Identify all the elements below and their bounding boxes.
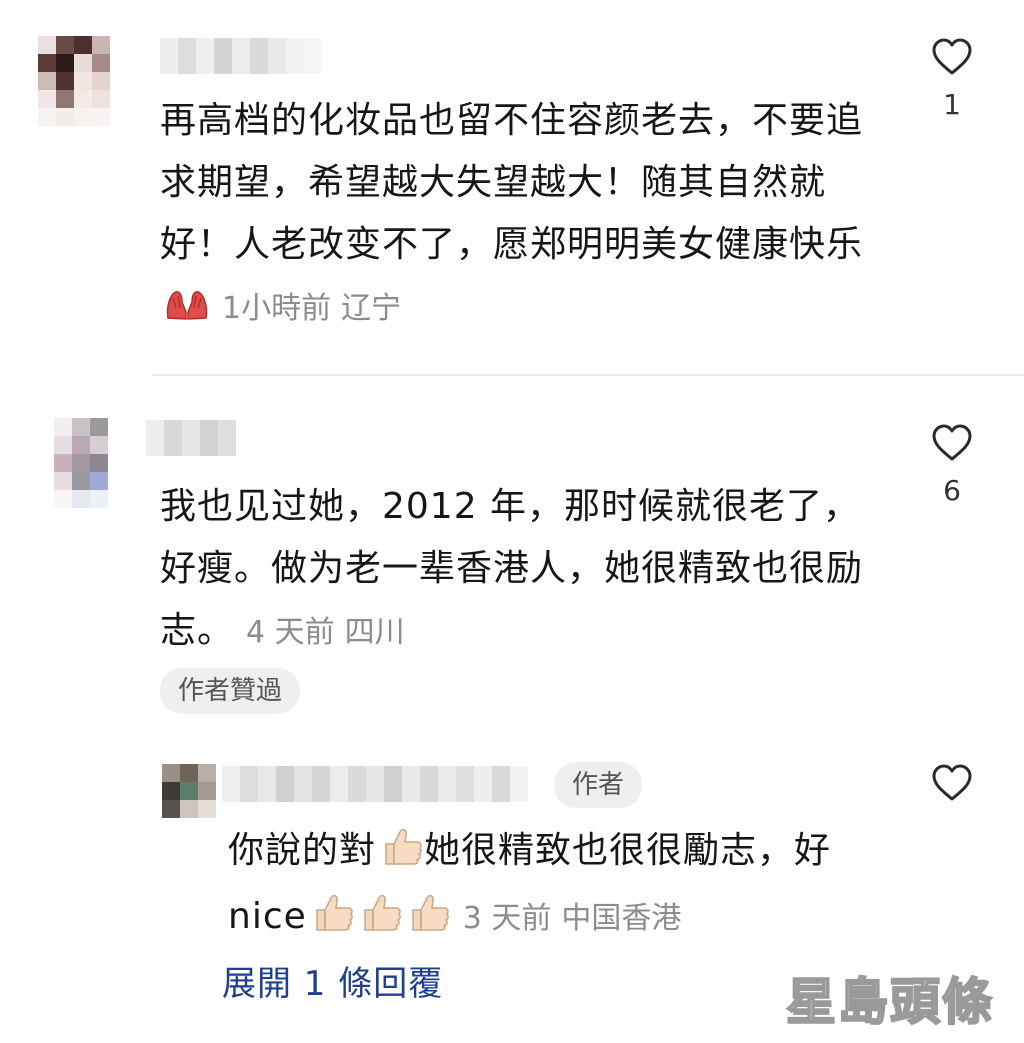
like-button[interactable] (922, 764, 982, 802)
comment-meta: 1小時前 辽宁 (222, 291, 401, 326)
reply-location: 中国香港 (561, 901, 682, 936)
watermark-text: 星島頭條 (785, 971, 994, 1032)
avatar[interactable] (38, 36, 110, 126)
comment-time: 1小時前 (222, 291, 332, 326)
thumbs-up-emoji (380, 824, 424, 886)
username-blurred[interactable] (146, 420, 236, 456)
thumbs-up-emoji (359, 890, 403, 952)
comment-meta: 4 天前 四川 (246, 615, 405, 650)
reply-time: 3 天前 (462, 901, 552, 936)
like-button[interactable]: 6 (922, 424, 982, 507)
heart-icon (932, 38, 972, 75)
username-blurred[interactable] (160, 38, 322, 74)
comment-location: 辽宁 (341, 291, 402, 326)
author-badge: 作者 (554, 762, 643, 808)
divider (152, 374, 1024, 376)
like-count: 1 (943, 88, 961, 121)
username-blurred[interactable] (222, 766, 528, 802)
heart-icon (932, 424, 972, 461)
comment-text: 再高档的化妆品也留不住容颜老去，不要追求期望，希望越大失望越大！随其自然就好！人… (160, 90, 870, 342)
avatar[interactable] (54, 418, 126, 508)
comment-body: 再高档的化妆品也留不住容颜老去，不要追求期望，希望越大失望越大！随其自然就好！人… (160, 100, 864, 265)
heart-icon (932, 764, 972, 801)
reply-body-part1: 你說的對 (228, 830, 377, 871)
comment-location: 四川 (344, 615, 405, 650)
watermark-logo: 星島頭條 (785, 956, 1010, 1032)
comment-text: 我也见过她，2012 年，那时候就很老了，好瘦。做为老一辈香港人，她很精致也很励… (160, 476, 870, 664)
author-liked-badge: 作者贊過 (160, 668, 301, 714)
comment-time: 4 天前 (246, 615, 335, 650)
reply-meta: 3 天前 中国香港 (463, 901, 682, 936)
expand-replies-link[interactable]: 展開 1 條回覆 (222, 956, 443, 1005)
palms-up-together-emoji (164, 280, 210, 342)
avatar[interactable] (162, 764, 216, 818)
thumbs-up-emoji (311, 890, 355, 952)
thumbs-up-emoji (407, 890, 451, 952)
like-button[interactable]: 1 (922, 38, 982, 121)
reply-text: 你說的對 她很精致也很很勵志，好nice 3 天前 中国香港 (228, 820, 868, 952)
like-count: 6 (943, 474, 961, 507)
